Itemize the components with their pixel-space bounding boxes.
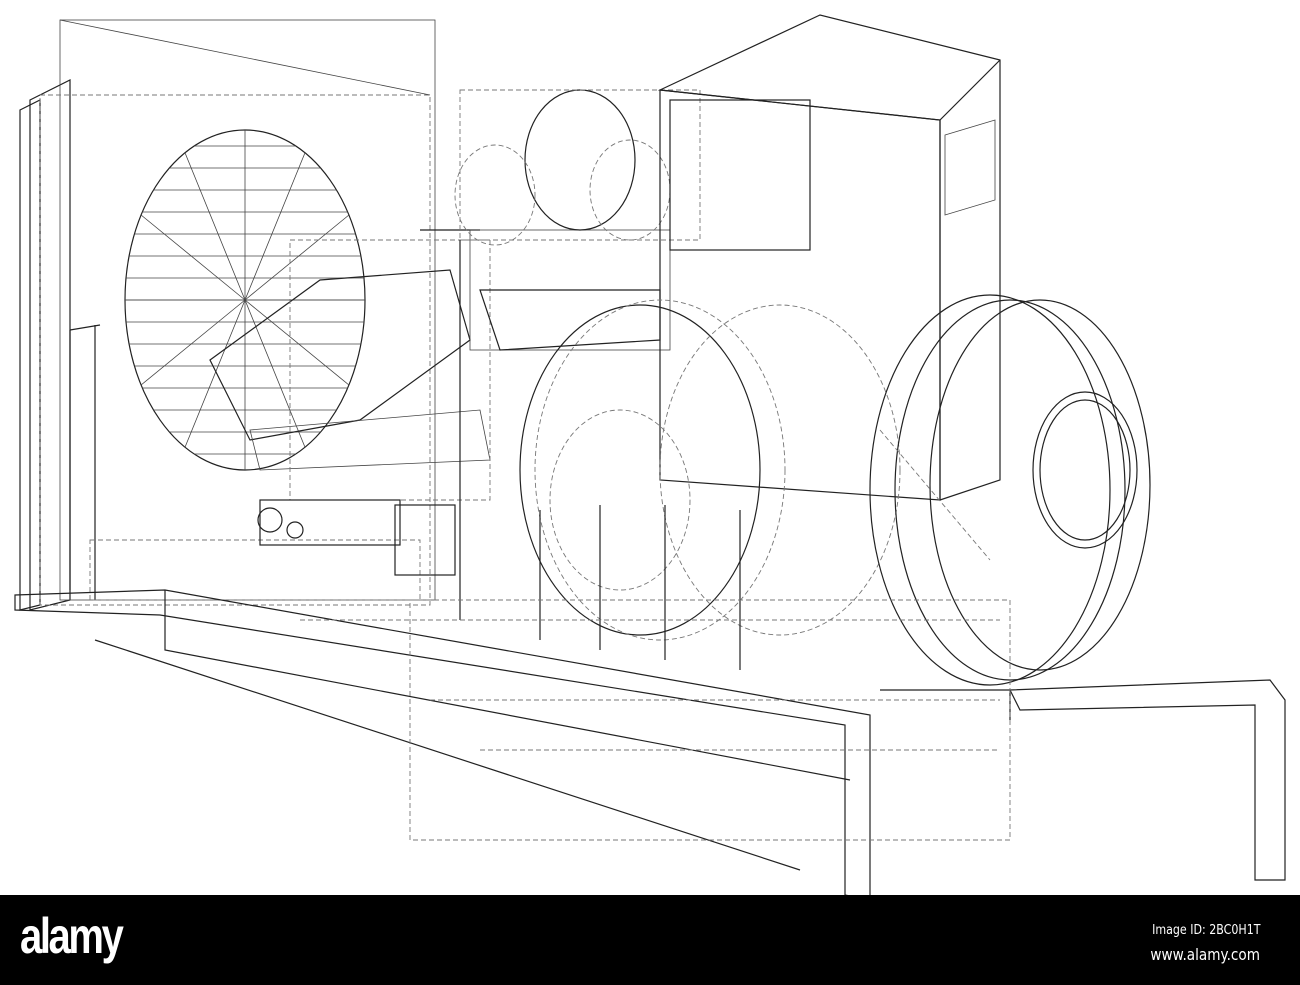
radiator-fan [124, 129, 366, 471]
watermark-url: www.alamy.com [1150, 945, 1260, 964]
engine-block [209, 229, 671, 620]
radiator-frame [19, 19, 436, 611]
fan-blade-line [244, 299, 350, 386]
watermark-bar: alamy Image ID: 2BC0H1T www.alamy.com [0, 895, 1300, 985]
alamy-logo: alamy [20, 908, 124, 964]
exhaust-cylinders [454, 89, 701, 246]
alternator-housing [657, 14, 1001, 501]
fan-blade-line [140, 214, 246, 301]
generator-wireframe-drawing [14, 14, 1286, 895]
alternator-cylinder [519, 299, 901, 670]
image-id: Image ID: 2BC0H1T [1151, 923, 1260, 938]
fan-blade-line [140, 299, 246, 386]
base-rails [14, 589, 1286, 895]
fan-blade-line [244, 214, 350, 301]
